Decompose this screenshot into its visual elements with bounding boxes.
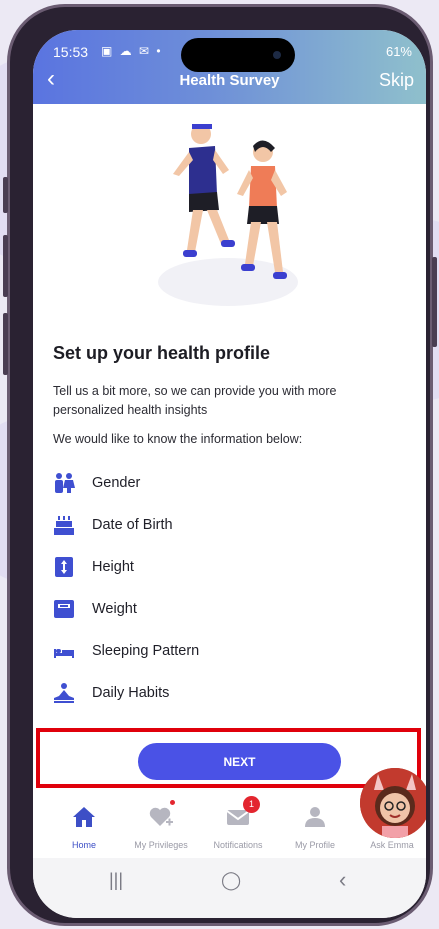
battery-level: 61% [385,44,412,59]
app-screen: 15:53 ▣ ☁ ✉ • 61% ‹ Health Survey Skip S… [33,30,426,918]
list-item-label: Height [92,559,134,575]
back-nav-button[interactable]: ‹ [339,867,346,893]
list-item-weight: Weight [53,588,393,630]
section-heading: Set up your health profile [53,343,271,363]
intro-description: Tell us a bit more, so we can provide yo… [53,384,337,417]
tab-my-privileges[interactable]: My Privileges [122,792,200,858]
next-button[interactable]: NEXT [138,743,341,780]
tab-label: Ask Emma [370,840,414,850]
tab-home[interactable]: Home [45,792,123,858]
status-notification-icons: ▣ ☁ ✉ • [101,44,163,58]
height-icon [53,556,75,578]
status-time: 15:53 [53,44,89,60]
tab-notifications[interactable]: 1 Notifications [199,792,277,858]
list-item-date-of-birth: Date of Birth [53,504,393,546]
list-item-label: Sleeping Pattern [92,643,200,659]
cake-icon [53,514,75,536]
list-item-label: Date of Birth [92,517,173,533]
heart-plus-icon [149,807,173,826]
tab-label: Notifications [213,840,263,850]
camera-notch [181,38,295,72]
list-item-sleeping-pattern: Sleeping Pattern [53,630,393,672]
list-item-height: Height [53,546,393,588]
bed-icon [53,640,75,662]
tab-label: Home [71,840,96,850]
list-item-label: Gender [92,475,141,491]
header-bar: 15:53 ▣ ☁ ✉ • 61% ‹ Health Survey Skip [33,30,426,104]
scale-icon [53,598,75,620]
meditation-icon [53,682,75,704]
list-item-gender: Gender [53,462,393,504]
list-item-label: Weight [92,601,137,617]
info-list: Gender Date of Birth Height Weight Sleep… [53,462,393,714]
person-icon [305,807,325,827]
list-item-daily-habits: Daily Habits [53,672,393,714]
recents-button[interactable]: ||| [109,870,123,891]
skip-button[interactable]: Skip [379,70,414,91]
runners-illustration [158,124,298,306]
phone-frame: 15:53 ▣ ☁ ✉ • 61% ‹ Health Survey Skip S… [3,4,437,926]
home-icon [73,807,95,827]
page-title: Health Survey [179,72,280,89]
list-item-label: Daily Habits [92,685,170,701]
notification-badge: 1 [243,796,260,813]
home-button[interactable]: ◯ [221,870,241,891]
tab-label: My Profile [294,840,335,850]
tab-my-profile[interactable]: My Profile [276,792,354,858]
system-nav-bar: ||| ◯ ‹ [33,858,426,918]
notification-dot [170,800,175,805]
emma-avatar-icon[interactable] [360,768,426,838]
tab-label: My Privileges [134,840,188,850]
gender-icon [53,472,75,494]
info-prompt: We would like to know the information be… [53,432,303,446]
